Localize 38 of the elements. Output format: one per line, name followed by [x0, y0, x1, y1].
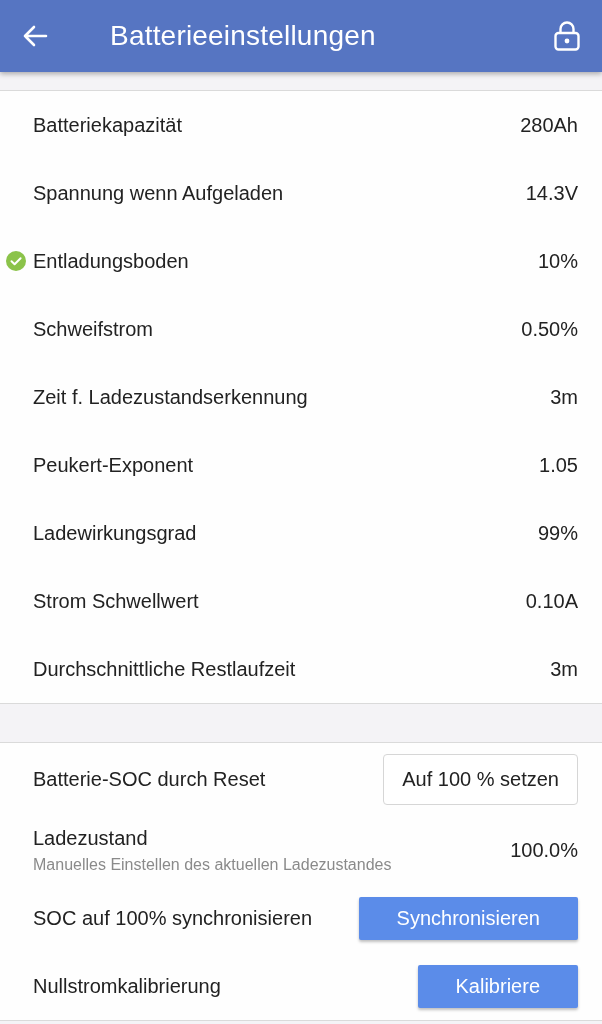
setting-row[interactable]: Peukert-Exponent 1.05 — [0, 431, 602, 499]
setting-row[interactable]: Batteriekapazität 280Ah — [0, 91, 602, 159]
setting-row[interactable]: Ladewirkungsgrad 99% — [0, 499, 602, 567]
setting-value: 10% — [537, 249, 578, 273]
setting-value: 14.3V — [525, 181, 578, 205]
setting-label: Ladezustand — [33, 826, 148, 850]
setting-value: 280Ah — [520, 113, 578, 137]
setting-label: Peukert-Exponent — [33, 453, 194, 477]
setting-row[interactable]: Strom Schwellwert 0.10A — [0, 567, 602, 635]
setting-description: Manuelles Einstellen des aktuellen Ladezustandes — [33, 855, 392, 874]
setting-row[interactable]: Schweifstrom 0.50% — [0, 295, 602, 363]
setting-value: 3m — [550, 657, 578, 681]
setting-row[interactable]: Entladungsboden 10% — [0, 227, 602, 295]
action-label: Batterie-SOC durch Reset — [33, 768, 266, 791]
setting-label: Ladewirkungsgrad — [33, 521, 197, 545]
action-button[interactable]: Auf 100 % setzen — [383, 754, 578, 805]
setting-value: 3m — [550, 385, 578, 409]
action-label: SOC auf 100% synchronisieren — [33, 906, 313, 930]
setting-row[interactable]: Durchschnittliche Restlaufzeit 3m — [0, 635, 602, 703]
page-title: Batterieeinstellungen — [110, 20, 377, 52]
lock-icon[interactable] — [554, 21, 580, 51]
setting-row[interactable]: Zeit f. Ladezustandserkennung 3m — [0, 363, 602, 431]
setting-value: 99% — [537, 521, 578, 545]
action-label: Nullstromkalibrierung — [33, 974, 221, 998]
setting-label: Batteriekapazität — [33, 113, 182, 137]
setting-label: Zeit f. Ladezustandserkennung — [33, 385, 308, 409]
setting-label: Spannung wenn Aufgeladen — [33, 181, 284, 205]
setting-label: Entladungsboden — [33, 249, 189, 273]
setting-label: Durchschnittliche Restlaufzeit — [33, 657, 296, 681]
setting-value: 100.0% — [510, 838, 578, 862]
setting-value: 0.50% — [521, 317, 578, 341]
setting-row[interactable]: Spannung wenn Aufgeladen 14.3V — [0, 159, 602, 227]
setting-label: Schweifstrom — [33, 317, 154, 341]
back-icon[interactable] — [22, 24, 48, 48]
setting-value: 0.10A — [525, 589, 578, 613]
setting-value: 1.05 — [539, 453, 578, 477]
setting-label: Strom Schwellwert — [33, 589, 199, 613]
setting-row[interactable]: Ladezustand Manuelles Einstellen des aktuellen Ladezustandes 100.0% — [0, 816, 602, 884]
